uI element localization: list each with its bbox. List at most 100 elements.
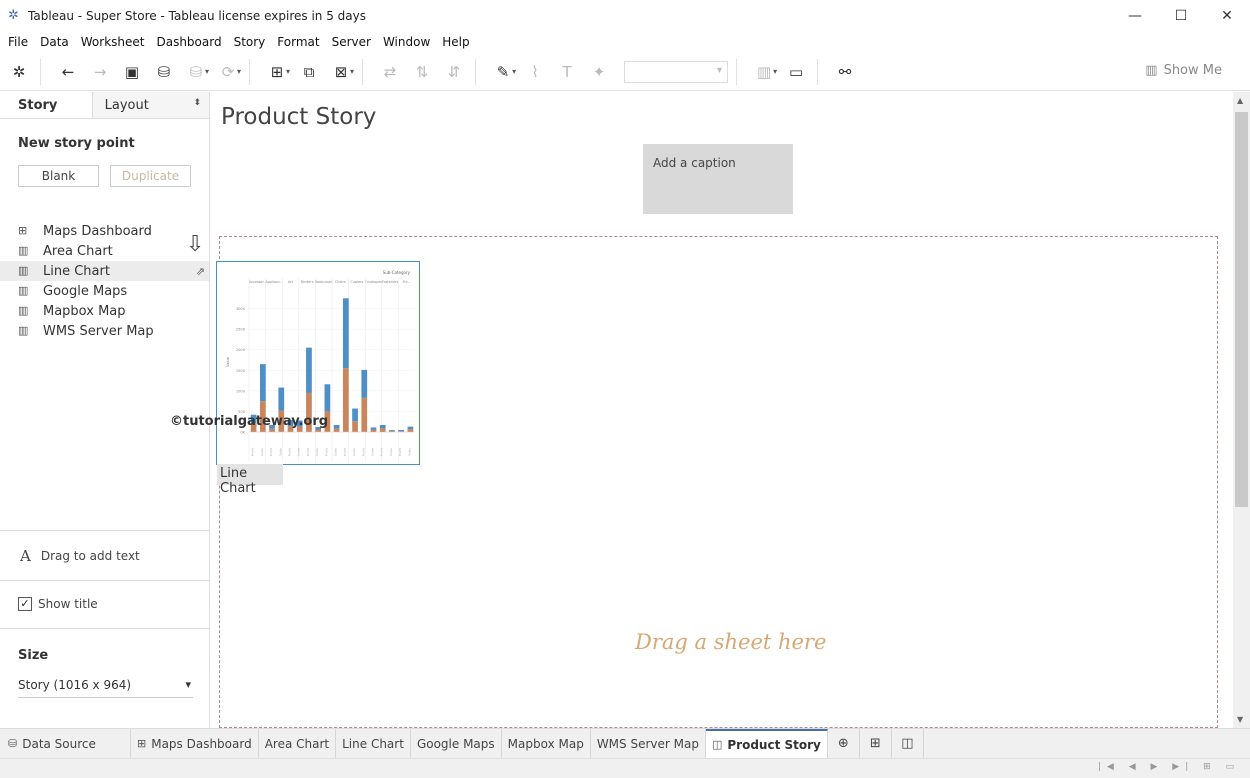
database-icon: ⛁ — [8, 737, 18, 750]
save-icon[interactable]: ▣ — [119, 59, 145, 85]
sheet-navigation-icon[interactable]: |◀ ◀ ▶ ▶| ⊞ ▭ — [1098, 762, 1240, 772]
sheet-thumbnail[interactable]: Sub-Category Accessor.. Applianc.. Art Binde… — [216, 261, 420, 465]
new-data-source-icon[interactable]: ⛁ — [151, 59, 177, 85]
sheet-item-google-maps[interactable]: ▥ Google Maps — [0, 281, 209, 301]
undo-icon[interactable]: ← — [55, 59, 81, 85]
tab-layout[interactable]: Layout — [91, 92, 209, 118]
new-worksheet-tab-button[interactable]: ⊕ — [828, 729, 860, 758]
new-dashboard-tab-button[interactable]: ⊞ — [860, 729, 892, 758]
sheet-item-line-chart[interactable]: ▥ Line Chart ⇗ — [0, 261, 209, 281]
swap-rows-columns-icon[interactable]: ⇄ — [377, 59, 403, 85]
x-tick-label: Sales — [389, 448, 393, 456]
scroll-up-icon[interactable]: ▲ — [1237, 96, 1243, 105]
group-members-icon[interactable]: ⌇ — [522, 59, 548, 85]
window-title: Tableau - Super Store - Tableau license … — [28, 8, 366, 23]
status-bar: |◀ ◀ ▶ ▶| ⊞ ▭ — [0, 758, 1250, 778]
fix-axes-icon[interactable]: ✦ — [586, 59, 612, 85]
chevron-down-icon[interactable]: ▾ — [205, 67, 209, 76]
sort-ascending-icon[interactable]: ⇅ — [409, 59, 435, 85]
menu-worksheet[interactable]: Worksheet — [75, 35, 151, 49]
maximize-icon[interactable]: ☐ — [1158, 0, 1204, 31]
sheet-item-area-chart[interactable]: ▥ Area Chart — [0, 241, 209, 261]
start-page-icon[interactable]: ✲ — [6, 59, 32, 85]
worksheet-icon: ▥ — [18, 244, 29, 257]
sheet-item-label: Area Chart — [43, 243, 113, 259]
minimize-icon[interactable]: — — [1112, 0, 1158, 31]
sort-descending-icon[interactable]: ⇵ — [441, 59, 467, 85]
tab-wms-server-map[interactable]: WMS Server Map — [591, 729, 706, 758]
story-title[interactable]: Product Story — [221, 104, 376, 130]
close-icon[interactable]: ✕ — [1204, 0, 1250, 31]
drag-to-add-text[interactable]: A Drag to add text — [20, 547, 140, 565]
category-header-label: Applianc.. — [266, 280, 283, 284]
x-tick-label: Profit — [251, 447, 255, 456]
new-story-tab-button[interactable]: ◫ — [892, 729, 924, 758]
tab-data-source[interactable]: ⛁ Data Source — [0, 729, 131, 758]
chevron-down-icon[interactable]: ▾ — [350, 67, 354, 76]
checkbox-checked-icon[interactable]: ✓ — [18, 597, 32, 611]
category-header-label: Copiers — [351, 280, 364, 284]
blank-button[interactable]: Blank — [18, 165, 99, 187]
menu-server[interactable]: Server — [326, 35, 377, 49]
redo-icon[interactable]: → — [87, 59, 113, 85]
vertical-scrollbar[interactable]: ▲ ▼ — [1233, 92, 1250, 728]
show-me-button[interactable]: ▥ Show Me — [1145, 63, 1222, 78]
chevron-down-icon[interactable]: ▾ — [237, 67, 241, 76]
menu-window[interactable]: Window — [377, 35, 436, 49]
menu-help[interactable]: Help — [436, 35, 475, 49]
show-mark-labels-icon[interactable]: T — [554, 59, 580, 85]
menu-data[interactable]: Data — [34, 35, 75, 49]
menu-format[interactable]: Format — [271, 35, 325, 49]
x-tick-label: Profit — [306, 447, 310, 456]
bar-segment-blue — [370, 427, 377, 430]
toolbar-divider — [817, 58, 819, 85]
go-to-sheet-icon[interactable]: ⇗ — [196, 265, 205, 278]
y-tick-label: 1000 — [236, 389, 246, 393]
presentation-mode-icon[interactable]: ▭ — [783, 59, 809, 85]
scroll-down-icon[interactable]: ▼ — [1237, 715, 1243, 724]
fit-select[interactable] — [624, 60, 729, 83]
duplicate-button[interactable]: Duplicate — [110, 165, 191, 187]
category-header-label: Chairs — [335, 280, 346, 284]
menu-dashboard[interactable]: Dashboard — [150, 35, 227, 49]
x-tick-label: Profit — [380, 447, 384, 456]
menu-file[interactable]: File — [2, 35, 34, 49]
scrollbar-thumb[interactable] — [1235, 112, 1248, 507]
chevron-down-icon[interactable]: ▾ — [773, 67, 777, 76]
category-header-label: Fasteners — [382, 280, 399, 284]
share-icon[interactable]: ⚯ — [832, 59, 858, 85]
menu-story[interactable]: Story — [228, 35, 272, 49]
caption-box[interactable]: Add a caption — [643, 144, 793, 214]
show-title-toggle[interactable]: ✓ Show title — [18, 597, 98, 611]
dashboard-icon: ⊞ — [137, 737, 147, 750]
toolbar-divider — [362, 58, 364, 85]
tab-product-story[interactable]: ◫ Product Story — [705, 729, 828, 758]
tab-maps-dashboard[interactable]: ⊞ Maps Dashboard — [131, 729, 259, 758]
duplicate-sheet-icon[interactable]: ⧉ — [296, 59, 322, 85]
size-heading: Size — [18, 648, 49, 663]
tab-label: Google Maps — [416, 736, 495, 751]
chevron-down-icon[interactable]: ▾ — [512, 67, 516, 76]
tab-line-chart[interactable]: Line Chart — [336, 729, 411, 758]
down-arrow-icon: ⇩ — [186, 232, 205, 257]
toolbar: ✲ ← → ▣ ⛁ ⛁ ▾ ⟳ ▾ ⊞ ▾ ⧉ ⊠ ▾ ⇄ ⇅ ⇵ ✎ ▾ ⌇ … — [0, 53, 1250, 91]
new-story-icon: ◫ — [901, 736, 914, 751]
tab-mapbox-map[interactable]: Mapbox Map — [502, 729, 591, 758]
tab-google-maps[interactable]: Google Maps — [411, 729, 502, 758]
tab-story[interactable]: Story — [0, 92, 92, 118]
tab-label: Product Story — [727, 737, 821, 752]
new-dashboard-icon: ⊞ — [869, 736, 881, 751]
tab-area-chart[interactable]: Area Chart — [259, 729, 337, 758]
show-me-label: Show Me — [1163, 63, 1222, 78]
chevron-down-icon[interactable]: ▾ — [286, 67, 290, 76]
sheet-item-mapbox-map[interactable]: ▥ Mapbox Map — [0, 301, 209, 321]
size-select[interactable]: Story (1016 x 964) — [18, 678, 193, 698]
tableau-logo-icon: ✲ — [8, 7, 19, 23]
sheet-item-maps-dashboard[interactable]: ⊞ Maps Dashboard — [0, 221, 209, 241]
window-controls: — ☐ ✕ — [1112, 0, 1250, 31]
bar-segment-orange — [342, 368, 349, 432]
sheet-item-wms-server-map[interactable]: ▥ WMS Server Map — [0, 321, 209, 341]
x-tick-label: Profit — [269, 447, 273, 456]
bar-segment-blue — [342, 298, 349, 369]
bar-segment-blue — [398, 429, 405, 432]
